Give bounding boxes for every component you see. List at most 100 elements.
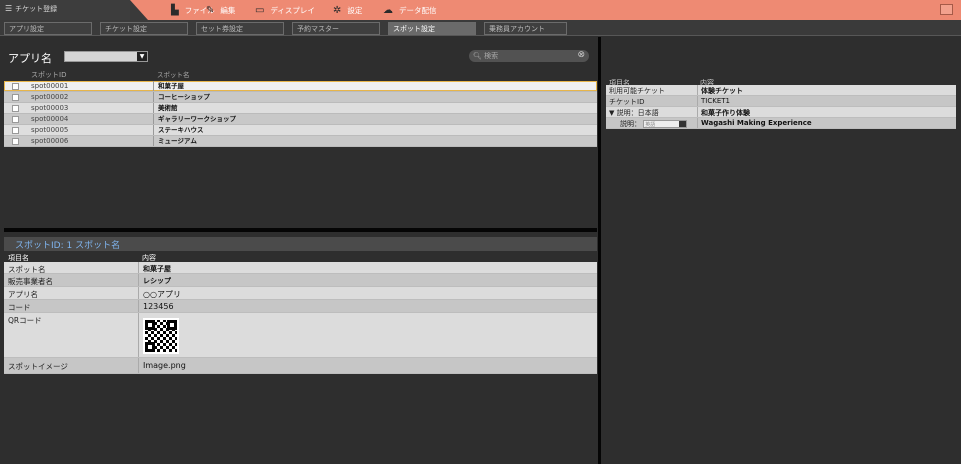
- column-header-spot-name: スポット名: [157, 71, 190, 79]
- header-checkbox-cell: [4, 70, 26, 81]
- table-row[interactable]: spot00003 美術館: [4, 103, 597, 114]
- detail-row-spot-name: スポット名 和菓子屋: [4, 262, 597, 274]
- spot-id-cell: spot00004: [31, 115, 69, 123]
- qr-finder-pattern: [145, 320, 155, 330]
- row-checkbox[interactable]: [11, 93, 19, 101]
- menu-display[interactable]: ▭ ディスプレイ: [255, 2, 315, 18]
- detail-row-spot-image: スポットイメージ Image.png: [4, 358, 597, 374]
- ticket-value[interactable]: 和菓子作り体験: [697, 107, 956, 117]
- detail-value[interactable]: ○○アプリ: [138, 287, 597, 299]
- ticket-key: 説明： 英語: [606, 118, 697, 128]
- qr-finder-pattern: [145, 342, 155, 352]
- app-title[interactable]: ☰ チケット登録: [0, 0, 130, 20]
- row-checkbox-cell: [4, 114, 26, 124]
- row-checkbox-cell: [4, 81, 26, 91]
- tab-set-ticket-settings[interactable]: セット券設定: [196, 22, 284, 35]
- detail-value[interactable]: 和菓子屋: [138, 262, 597, 273]
- detail-key: QRコード: [8, 316, 42, 325]
- tab-app-settings[interactable]: アプリ設定: [4, 22, 92, 35]
- file-icon: ▙: [171, 4, 179, 16]
- detail-value[interactable]: レシップ: [138, 274, 597, 286]
- ticket-header-key: 項目名: [609, 79, 630, 87]
- ticket-row-id: チケットID TICKET1: [606, 96, 956, 107]
- ticket-key: 利用可能チケット: [609, 87, 665, 95]
- table-row[interactable]: spot00001 和菓子屋: [4, 81, 597, 92]
- ticket-key-expand[interactable]: ▼ 説明：日本語: [606, 107, 697, 117]
- detail-panel-title: スポットID: 1 スポット名: [4, 237, 597, 251]
- table-row[interactable]: spot00004 ギャラリーワークショップ: [4, 114, 597, 125]
- language-select-value: 英語: [645, 122, 656, 128]
- detail-value-qr: [138, 313, 597, 357]
- menu-edit-label: 編集: [220, 5, 236, 15]
- spot-name-cell: ギャラリーワークショップ: [153, 114, 597, 124]
- spot-table: スポットID スポット名 spot00001 和菓子屋 spot00002 コー…: [4, 70, 597, 147]
- qr-code-image: [143, 318, 179, 354]
- hamburger-menu-icon[interactable]: ☰: [5, 4, 12, 13]
- ticket-value[interactable]: TICKET1: [697, 96, 956, 106]
- row-checkbox-cell: [4, 125, 26, 135]
- table-row[interactable]: spot00002 コーヒーショップ: [4, 92, 597, 103]
- ticket-key: チケットID: [609, 98, 645, 106]
- detail-key: コード: [8, 303, 31, 312]
- app-name-filter-label: アプリ名: [8, 52, 52, 65]
- ticket-row-description-ja[interactable]: ▼ 説明：日本語 和菓子作り体験: [606, 107, 956, 118]
- dropdown-arrow-icon[interactable]: ▼: [137, 52, 147, 61]
- table-row[interactable]: spot00005 ステーキハウス: [4, 125, 597, 136]
- menu-settings[interactable]: ✲ 設定: [333, 2, 362, 18]
- column-header-spot-id: スポットID: [31, 71, 67, 79]
- table-row[interactable]: spot00006 ミュージアム: [4, 136, 597, 147]
- spot-name-cell: ミュージアム: [153, 136, 597, 146]
- spot-name-cell: 和菓子屋: [153, 81, 597, 91]
- row-checkbox[interactable]: [11, 104, 19, 112]
- spot-name-cell: 美術館: [153, 103, 597, 113]
- menu-settings-label: 設定: [347, 5, 363, 15]
- language-select[interactable]: 英語: [643, 120, 688, 128]
- ticket-table-header: 項目名 内容: [606, 75, 956, 87]
- detail-row-vendor: 販売事業者名 レシップ: [4, 274, 597, 287]
- window-restore-icon[interactable]: [940, 4, 953, 15]
- ticket-header-value: 内容: [700, 79, 714, 87]
- detail-row-app-name: アプリ名 ○○アプリ: [4, 287, 597, 300]
- menu-data-delivery-label: データ配信: [399, 5, 437, 15]
- menu-data-delivery[interactable]: ☁ データ配信: [383, 2, 437, 18]
- detail-value[interactable]: 123456: [138, 300, 597, 312]
- detail-table-header: 項目名 内容: [4, 252, 597, 262]
- detail-header-key: 項目名: [8, 254, 29, 262]
- detail-key: スポットイメージ: [8, 362, 68, 371]
- row-checkbox[interactable]: [11, 82, 19, 90]
- monitor-icon: ▭: [255, 4, 265, 16]
- search-input[interactable]: 🔍︎ 検索 ⊗: [469, 50, 589, 62]
- menu-display-label: ディスプレイ: [270, 5, 315, 15]
- detail-row-qr-code: QRコード: [4, 313, 597, 358]
- app-name-select[interactable]: ▼: [64, 51, 148, 62]
- row-checkbox[interactable]: [11, 115, 19, 123]
- qr-finder-pattern: [167, 320, 177, 330]
- horizontal-splitter[interactable]: [4, 228, 597, 232]
- tab-crew-account[interactable]: 乗務員アカウント: [484, 22, 567, 35]
- row-checkbox[interactable]: [11, 126, 19, 134]
- cloud-upload-icon: ☁: [383, 4, 393, 16]
- pencil-icon: ✎: [206, 4, 215, 16]
- ticket-value[interactable]: 体験チケット: [697, 85, 956, 95]
- vertical-splitter[interactable]: [598, 37, 601, 464]
- spot-id-cell: spot00001: [31, 82, 69, 90]
- ticket-value[interactable]: Wagashi Making Experience: [697, 118, 956, 128]
- detail-value[interactable]: Image.png: [138, 358, 597, 373]
- tab-ticket-settings[interactable]: チケット設定: [100, 22, 188, 35]
- ticket-key-label: 説明：: [620, 120, 641, 128]
- dropdown-arrow-icon[interactable]: [679, 121, 687, 127]
- row-checkbox[interactable]: [11, 137, 19, 145]
- app-title-text: チケット登録: [15, 5, 58, 13]
- detail-key: アプリ名: [8, 290, 38, 299]
- detail-key: 販売事業者名: [8, 277, 53, 286]
- clear-search-icon[interactable]: ⊗: [577, 50, 585, 60]
- search-icon: 🔍︎: [473, 52, 482, 60]
- menu-edit[interactable]: ✎ 編集: [206, 2, 235, 18]
- spot-id-cell: spot00005: [31, 126, 69, 134]
- tab-reservation-master[interactable]: 予約マスター: [292, 22, 380, 35]
- ticket-table: 項目名 内容 利用可能チケット 体験チケット チケットID TICKET1 ▼ …: [606, 75, 956, 129]
- row-checkbox-cell: [4, 136, 26, 146]
- tab-spot-settings[interactable]: スポット設定: [388, 22, 476, 35]
- detail-table: 項目名 内容 スポット名 和菓子屋 販売事業者名 レシップ アプリ名 ○○アプリ…: [4, 252, 597, 374]
- spot-id-cell: spot00003: [31, 104, 69, 112]
